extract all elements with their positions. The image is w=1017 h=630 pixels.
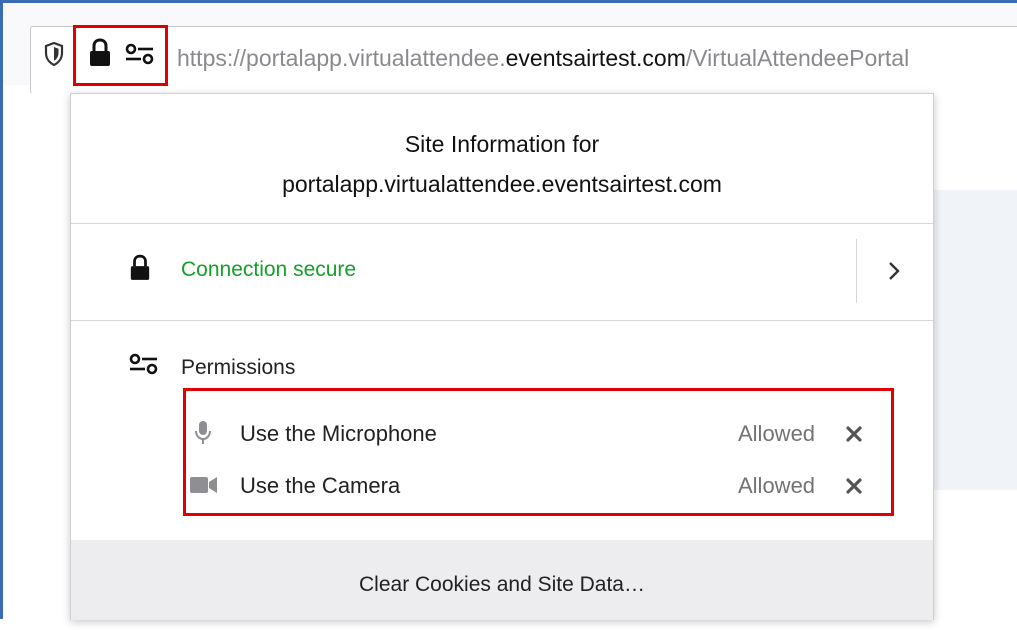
identity-box-highlight bbox=[73, 25, 168, 86]
clear-cookies-button[interactable]: Clear Cookies and Site Data… bbox=[71, 540, 933, 620]
permissions-heading: Permissions bbox=[181, 356, 296, 379]
page-content-band bbox=[930, 190, 1017, 490]
panel-title: Site Information for portalapp.virtualat… bbox=[71, 124, 933, 204]
panel-footer: Clear Cookies and Site Data… bbox=[71, 540, 933, 620]
lock-icon bbox=[130, 254, 150, 280]
permissions-highlight bbox=[183, 388, 894, 516]
shield-icon[interactable] bbox=[44, 42, 64, 66]
connection-details-button[interactable] bbox=[851, 224, 933, 320]
site-information-panel: Site Information for portalapp.virtualat… bbox=[70, 93, 934, 620]
connection-row[interactable]: Connection secure bbox=[71, 224, 933, 320]
separator bbox=[71, 320, 933, 321]
url-text[interactable]: https://portalapp.virtualattendee.events… bbox=[177, 45, 1017, 72]
panel-title-line1: Site Information for bbox=[404, 131, 600, 157]
url-suffix: /VirtualAttendeePortal bbox=[685, 45, 910, 71]
connection-status: Connection secure bbox=[181, 258, 357, 281]
chevron-right-icon bbox=[889, 262, 900, 280]
url-prefix: https://portalapp.virtualattendee. bbox=[177, 45, 506, 71]
permissions-icon bbox=[129, 353, 158, 375]
url-domain: eventsairtest.com bbox=[505, 45, 686, 71]
panel-title-host: portalapp.virtualattendee.eventsairtest.… bbox=[282, 171, 722, 197]
